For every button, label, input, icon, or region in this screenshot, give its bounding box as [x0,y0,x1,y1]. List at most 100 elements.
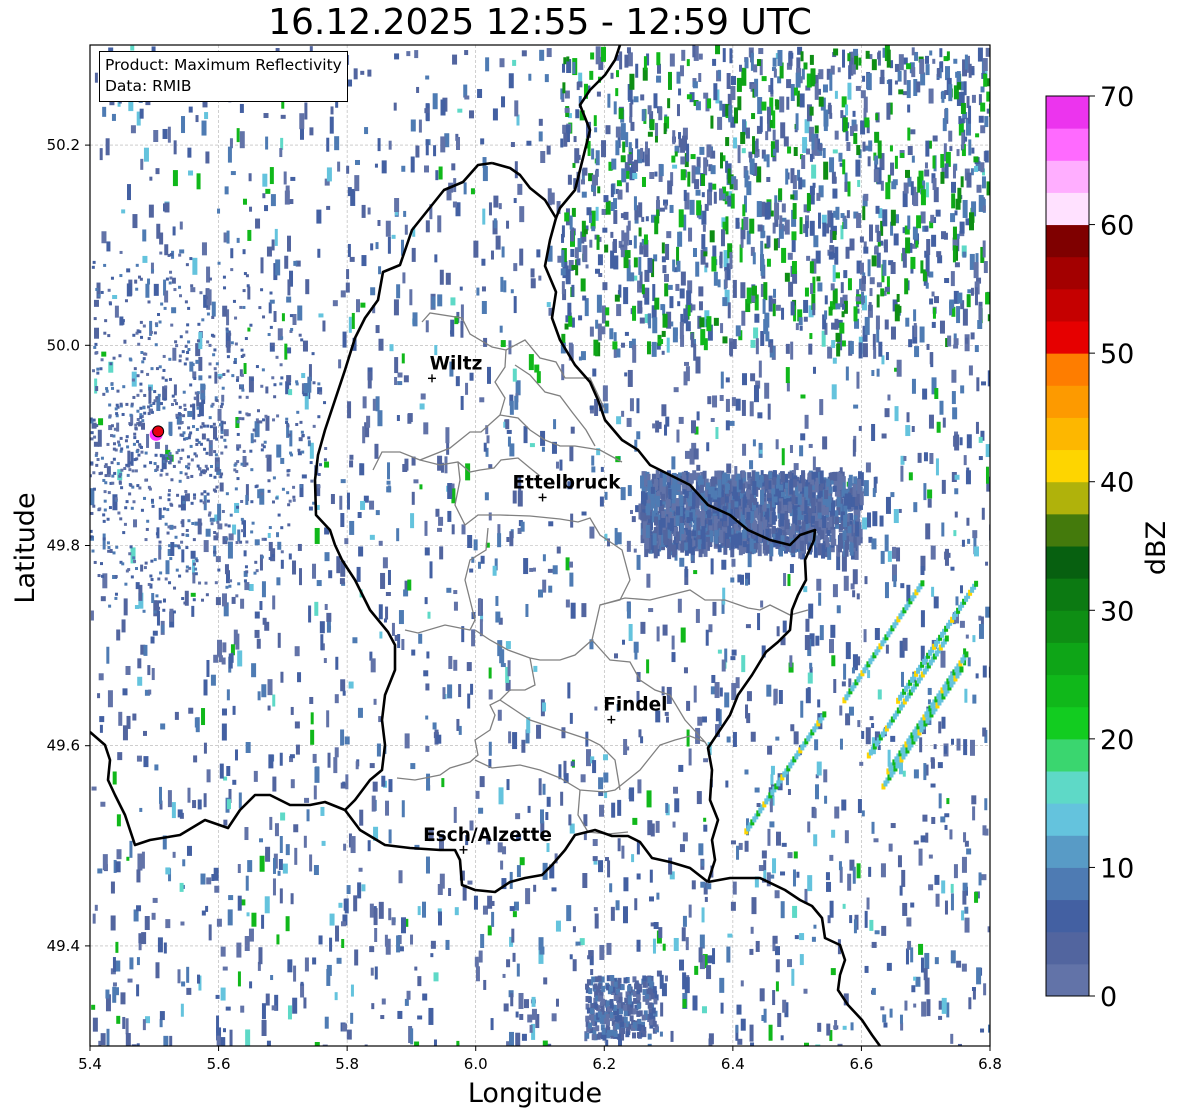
echo-pixel [245,494,249,505]
echo-pixel [559,459,563,471]
echo-pixel [239,540,243,544]
echo-pixel [792,175,797,190]
echo-pixel [310,479,314,483]
echo-pixel [806,192,811,211]
echo-pixel [963,81,967,96]
echo-pixel [138,330,142,334]
echo-pixel [948,84,953,102]
echo-pixel [665,802,669,813]
echo-pixel [629,73,635,90]
echo-pixel [167,498,171,502]
echo-pixel [110,915,116,931]
echo-pixel [144,916,150,931]
echo-pixel [126,445,130,449]
echo-pixel [638,729,642,738]
echo-pixel [944,813,950,818]
echo-pixel [512,952,516,962]
echo-pixel [193,755,198,763]
echo-pixel [140,350,144,354]
echo-pixel [404,458,409,471]
echo-pixel [209,425,213,429]
echo-pixel [555,461,559,469]
echo-pixel [59,369,62,372]
echo-pixel [635,63,639,78]
echo-pixel [905,425,911,437]
echo-pixel [30,461,33,464]
echo-pixel [523,426,528,444]
echo-pixel [749,218,755,234]
echo-pixel [817,212,821,229]
echo-pixel [658,107,663,121]
echo-pixel [201,120,207,136]
echo-pixel [280,526,284,530]
echo-pixel [137,453,141,457]
echo-pixel [103,499,107,503]
echo-pixel [109,362,113,366]
echo-pixel [116,1015,121,1024]
echo-pixel [92,1017,98,1032]
echo-pixel [163,306,167,310]
echo-pixel [225,537,229,541]
echo-pixel [509,906,515,912]
echo-pixel [876,282,882,288]
echo-pixel [369,946,375,953]
echo-pixel [675,283,680,291]
echo-pixel [793,851,798,859]
echo-pixel [869,919,874,931]
echo-pixel [548,521,554,527]
echo-pixel [506,959,511,968]
echo-pixel [930,783,936,788]
echo-pixel [890,326,896,340]
echo-pixel [131,378,135,382]
echo-pixel [203,679,208,696]
echo-pixel [79,438,82,441]
echo-pixel [253,770,258,782]
echo-pixel [656,626,660,642]
echo-pixel [317,485,321,489]
echo-pixel [790,724,795,732]
echo-pixel [349,460,354,468]
echo-pixel [226,799,231,810]
echo-pixel [300,338,304,342]
echo-pixel [459,286,463,291]
echo-pixel [311,352,315,356]
echo-pixel [179,294,183,298]
echo-pixel [859,761,864,766]
echo-pixel [370,658,376,673]
echo-pixel [521,1033,527,1041]
echo-pixel [56,296,59,299]
echo-pixel [34,480,37,483]
echo-pixel [187,306,191,310]
echo-pixel [102,106,107,117]
echo-pixel [529,567,534,572]
echo-pixel [105,389,109,393]
echo-pixel [332,300,338,307]
echo-pixel [939,320,945,334]
echo-pixel [591,174,596,186]
echo-pixel [606,942,612,955]
echo-pixel [672,130,676,145]
echo-pixel [152,630,158,636]
echo-pixel [151,593,155,604]
echo-pixel [99,724,103,733]
echo-pixel [594,913,599,929]
echo-pixel [190,284,194,288]
echo-pixel [142,1019,146,1031]
echo-pixel [460,395,464,410]
echo-pixel [236,505,240,509]
echo-pixel [922,388,928,400]
echo-pixel [152,897,158,903]
echo-pixel [757,97,763,115]
echo-pixel [962,199,968,218]
echo-pixel [181,448,185,452]
echo-pixel [803,316,808,322]
echo-pixel [247,860,253,873]
echo-pixel [913,309,917,322]
echo-pixel [815,635,820,646]
echo-pixel [261,581,266,598]
echo-pixel [593,115,597,127]
echo-pixel [968,212,974,231]
echo-pixel [268,526,272,530]
echo-pixel [501,246,505,258]
echo-pixel [322,320,326,332]
